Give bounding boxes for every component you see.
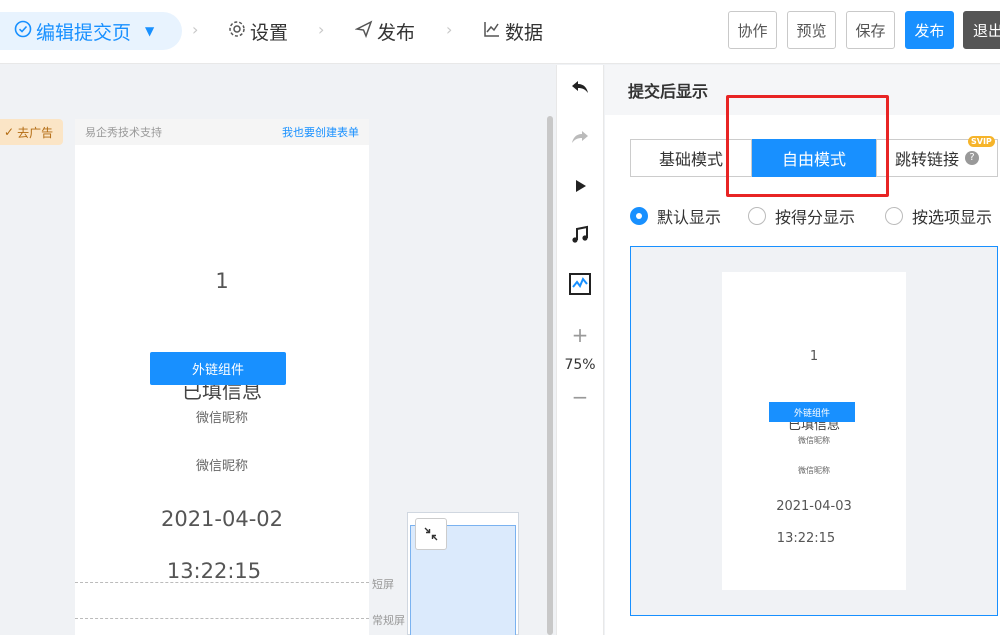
preview-nickname-text: 微信昵称 bbox=[798, 466, 830, 475]
powered-by-text: 易企秀技术支持 bbox=[85, 126, 162, 139]
radio-by-option-label: 按选项显示 bbox=[912, 208, 993, 227]
publish-button[interactable]: 发布 bbox=[905, 11, 954, 49]
step-settings-label: 设置 bbox=[250, 21, 289, 44]
preview-time-text: 13:22:15 bbox=[776, 531, 836, 546]
mode-basic-button[interactable]: 基础模式 bbox=[630, 139, 752, 177]
zoom-level: 75% bbox=[564, 357, 596, 373]
phone-page: 易企秀技术支持 我也要创建表单 1 已填信息 外链组件 微信昵称 微信昵称 20… bbox=[75, 119, 369, 635]
preview-link-button: 外链组件 bbox=[769, 402, 855, 422]
zoom-in-icon[interactable]: + bbox=[557, 323, 603, 347]
radio-by-score-label: 按得分显示 bbox=[775, 208, 856, 227]
normal-screen-label: 常规屏 bbox=[372, 614, 405, 627]
zoom-out-icon[interactable]: − bbox=[557, 385, 603, 409]
check-circle-icon bbox=[14, 20, 32, 43]
minimap[interactable] bbox=[407, 512, 519, 635]
preview-number-text: 1 bbox=[809, 349, 819, 364]
result-preview[interactable]: 1 已填信息 外链组件 微信昵称 微信昵称 2021-04-03 13:22:1… bbox=[630, 246, 998, 616]
radio-unchecked-icon[interactable] bbox=[748, 207, 766, 225]
short-screen-label: 短屏 bbox=[372, 578, 394, 591]
redo-icon[interactable] bbox=[557, 127, 603, 152]
collaborate-button[interactable]: 协作 bbox=[728, 11, 777, 49]
caret-down-icon[interactable]: ▼ bbox=[145, 24, 154, 38]
remove-ad-label: 去广告 bbox=[17, 125, 54, 140]
step-data-label: 数据 bbox=[505, 21, 544, 44]
save-button[interactable]: 保存 bbox=[846, 11, 895, 49]
svip-badge: SVIP bbox=[968, 136, 995, 147]
play-icon[interactable] bbox=[557, 177, 603, 200]
gear-icon bbox=[228, 20, 246, 43]
preview-nickname-text: 微信昵称 bbox=[798, 436, 830, 445]
activity-chart-icon[interactable] bbox=[557, 272, 603, 301]
help-icon[interactable]: ? bbox=[965, 151, 979, 165]
tool-column: + 75% − bbox=[556, 65, 604, 635]
radio-by-score[interactable]: 按得分显示 bbox=[748, 204, 855, 228]
step-settings[interactable]: 设置 bbox=[228, 12, 288, 50]
line-chart-icon bbox=[483, 20, 501, 43]
number-text[interactable]: 1 bbox=[75, 269, 369, 293]
step-edit-label: 编辑提交页 bbox=[36, 21, 132, 44]
chevron-right-icon: › bbox=[318, 20, 325, 39]
preview-date-text: 2021-04-03 bbox=[776, 499, 852, 514]
remove-ad-tag[interactable]: ✓ 去广告 bbox=[0, 119, 63, 145]
normal-screen-guide bbox=[75, 618, 369, 619]
date-text[interactable]: 2021-04-02 bbox=[75, 507, 369, 531]
step-publish-label: 发布 bbox=[377, 21, 416, 44]
step-publish[interactable]: 发布 bbox=[354, 12, 416, 50]
radio-default[interactable]: 默认显示 bbox=[630, 204, 721, 228]
link-component-button[interactable]: 外链组件 bbox=[150, 352, 286, 385]
top-bar: 编辑提交页 ▼ › 设置 › 发布 › 数据 协作 预览 保存 发布 退出 bbox=[0, 0, 1000, 64]
exit-button[interactable]: 退出 bbox=[963, 11, 1000, 49]
canvas-scrollbar[interactable] bbox=[547, 116, 553, 635]
create-form-link[interactable]: 我也要创建表单 bbox=[282, 124, 359, 140]
undo-icon[interactable] bbox=[557, 77, 603, 102]
radio-default-label: 默认显示 bbox=[657, 208, 722, 227]
music-icon[interactable] bbox=[557, 225, 603, 250]
mode-free-button[interactable]: 自由模式 bbox=[752, 139, 876, 177]
collapse-icon[interactable] bbox=[415, 518, 447, 550]
step-edit-submit-page[interactable]: 编辑提交页 ▼ bbox=[0, 12, 182, 50]
chevron-right-icon: › bbox=[192, 20, 199, 39]
radio-by-option[interactable]: 按选项显示 bbox=[885, 204, 992, 228]
radio-checked-icon[interactable] bbox=[630, 207, 648, 225]
step-data[interactable]: 数据 bbox=[483, 12, 543, 50]
nickname-text[interactable]: 微信昵称 bbox=[75, 407, 369, 426]
phone-header: 易企秀技术支持 我也要创建表单 bbox=[75, 119, 369, 145]
preview-button[interactable]: 预览 bbox=[787, 11, 836, 49]
short-screen-guide bbox=[75, 582, 369, 583]
mode-redirect-label: 跳转链接 bbox=[894, 150, 959, 169]
panel-title: 提交后显示 bbox=[605, 65, 1000, 115]
time-text[interactable]: 13:22:15 bbox=[67, 559, 361, 583]
chevron-right-icon: › bbox=[446, 20, 453, 39]
after-submit-panel: 提交后显示 基础模式 自由模式 跳转链接 ? SVIP 默认显示 按得分显示 按… bbox=[605, 65, 1000, 635]
preview-phone: 1 已填信息 外链组件 微信昵称 微信昵称 2021-04-03 13:22:1… bbox=[722, 272, 906, 590]
radio-unchecked-icon[interactable] bbox=[885, 207, 903, 225]
thumbs-icon: ✓ bbox=[4, 125, 15, 139]
nickname-text[interactable]: 微信昵称 bbox=[75, 455, 369, 474]
send-icon bbox=[354, 19, 373, 43]
